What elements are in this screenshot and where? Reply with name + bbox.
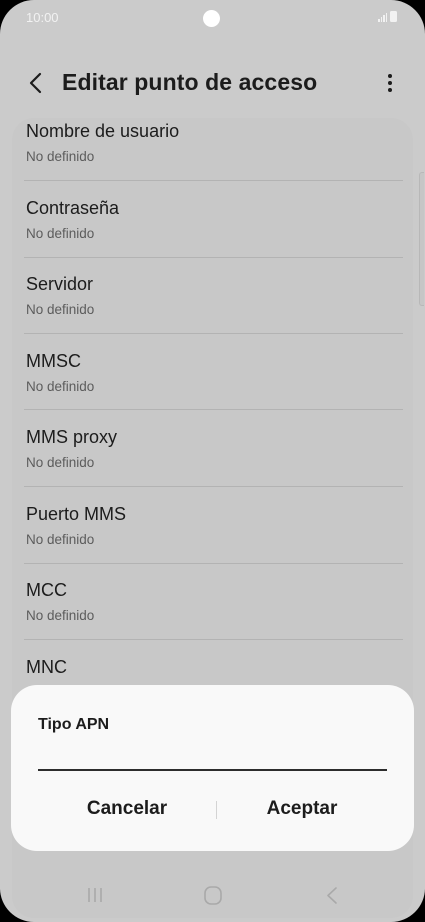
- apn-type-dialog: Tipo APN Cancelar Aceptar: [11, 685, 414, 851]
- list-item-title: MCC: [26, 580, 67, 600]
- list-item-subtitle: No definido: [26, 226, 95, 241]
- list-item-username[interactable]: Nombre de usuario No definido: [26, 121, 403, 197]
- list-item-mms-port[interactable]: Puerto MMS No definido: [26, 504, 403, 580]
- list-item-mmsc[interactable]: MMSC No definido: [26, 351, 403, 427]
- divider: [24, 486, 403, 487]
- home-icon[interactable]: [203, 885, 223, 906]
- list-item-subtitle: No definido: [26, 302, 95, 317]
- list-item-subtitle: No definido: [26, 455, 95, 470]
- button-divider: [216, 801, 217, 819]
- list-item-subtitle: No definido: [26, 608, 95, 623]
- cancel-button[interactable]: Cancelar: [51, 794, 203, 824]
- divider: [24, 180, 403, 181]
- divider: [24, 409, 403, 410]
- divider: [24, 639, 403, 640]
- back-icon[interactable]: [324, 885, 340, 906]
- list-item-title: Nombre de usuario: [26, 121, 180, 141]
- navigation-bar: [0, 872, 425, 922]
- app-bar: Editar punto de acceso: [0, 60, 425, 106]
- list-item-subtitle: No definido: [26, 149, 95, 164]
- page-title: Editar punto de acceso: [62, 69, 318, 95]
- status-time: 10:00: [26, 10, 59, 25]
- accept-button[interactable]: Aceptar: [223, 794, 381, 824]
- list-item-mms-proxy[interactable]: MMS proxy No definido: [26, 427, 403, 503]
- apn-type-input[interactable]: [38, 743, 387, 771]
- divider: [24, 257, 403, 258]
- list-item-title: Servidor: [26, 274, 94, 294]
- list-item-server[interactable]: Servidor No definido: [26, 274, 403, 350]
- status-icons: [378, 11, 397, 22]
- list-item-title: Contraseña: [26, 198, 120, 218]
- signal-icon: [378, 11, 387, 22]
- more-vertical-icon[interactable]: [378, 70, 402, 96]
- camera-cutout: [203, 10, 220, 27]
- list-item-title: MNC: [26, 657, 67, 677]
- list-item-subtitle: No definido: [26, 379, 95, 394]
- list-item-subtitle: No definido: [26, 532, 95, 547]
- dialog-title: Tipo APN: [38, 716, 110, 733]
- list-item-title: MMS proxy: [26, 427, 118, 447]
- list-item-title: Puerto MMS: [26, 504, 127, 524]
- status-bar: 10:00: [0, 0, 425, 38]
- list-item-title: MMSC: [26, 351, 81, 371]
- divider: [24, 563, 403, 564]
- chevron-left-icon[interactable]: [26, 70, 46, 96]
- recents-icon[interactable]: [86, 885, 104, 905]
- scrollbar[interactable]: [419, 172, 424, 306]
- phone-screen: 10:00 Editar punto de acceso Nombre de u…: [0, 0, 425, 922]
- battery-icon: [390, 11, 397, 22]
- divider: [24, 333, 403, 334]
- list-item-password[interactable]: Contraseña No definido: [26, 198, 403, 274]
- list-item-mcc[interactable]: MCC No definido: [26, 580, 403, 656]
